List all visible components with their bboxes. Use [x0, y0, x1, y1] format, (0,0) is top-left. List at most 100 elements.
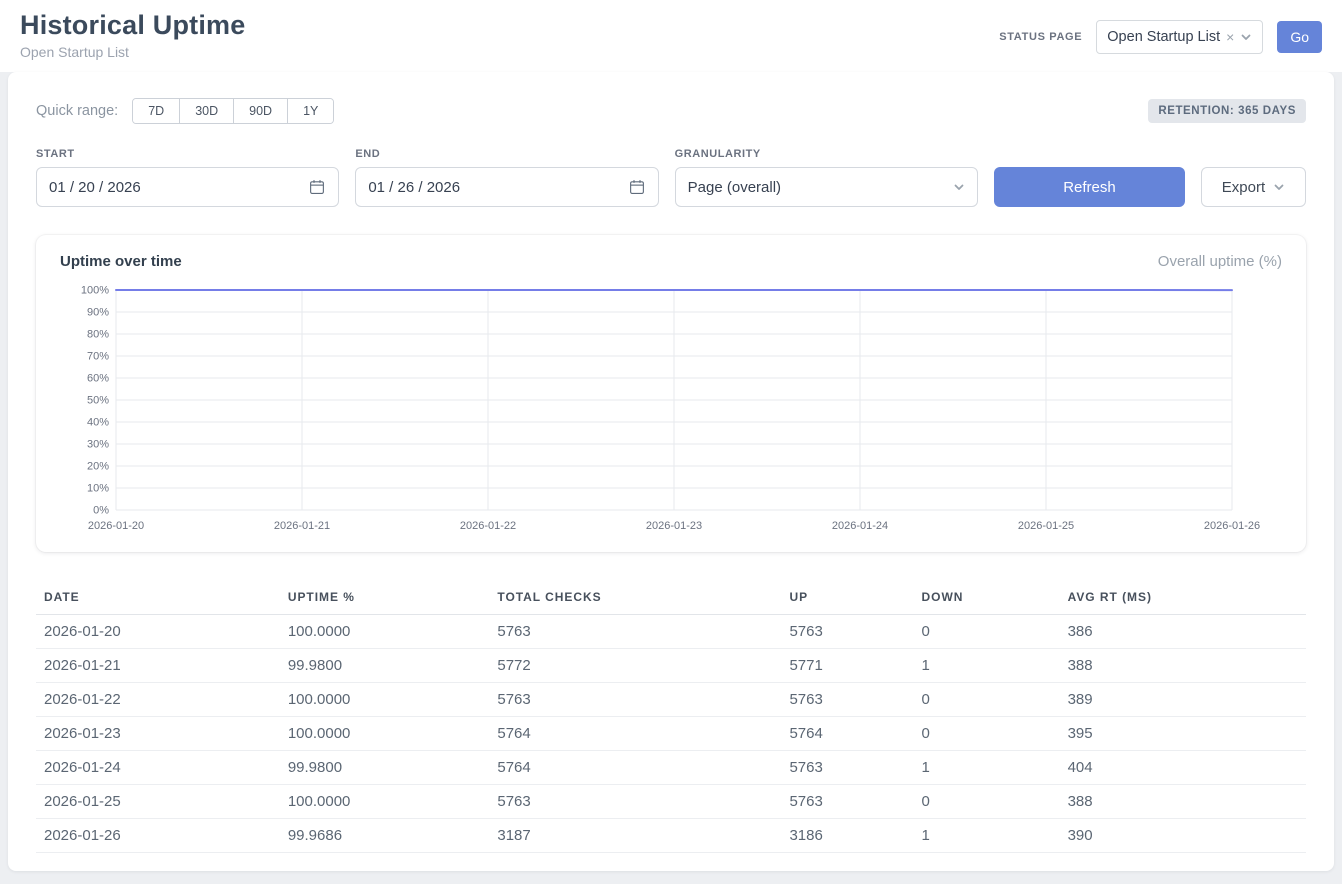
svg-text:90%: 90% [87, 307, 109, 319]
retention-badge: RETENTION: 365 DAYS [1148, 99, 1306, 123]
page-header: Historical Uptime Open Startup List STAT… [0, 0, 1342, 72]
svg-text:10%: 10% [87, 483, 109, 495]
export-button-label: Export [1222, 179, 1265, 196]
table-row: 2026-01-25100.0000576357630388 [36, 785, 1306, 819]
table-cell: 3187 [489, 819, 781, 853]
table-cell: 2026-01-21 [36, 649, 280, 683]
svg-text:2026-01-25: 2026-01-25 [1018, 520, 1074, 532]
table-cell: 390 [1060, 819, 1306, 853]
table-cell: 5771 [781, 649, 913, 683]
column-header: TOTAL CHECKS [489, 580, 781, 615]
table-cell: 1 [914, 751, 1060, 785]
table-cell: 99.9686 [280, 819, 490, 853]
table-cell: 5772 [489, 649, 781, 683]
chart-header: Uptime over time Overall uptime (%) [58, 253, 1284, 282]
quick-range-row: Quick range: 7D30D90D1Y RETENTION: 365 D… [36, 98, 1306, 124]
column-header: AVG RT (MS) [1060, 580, 1306, 615]
column-header: UPTIME % [280, 580, 490, 615]
column-header: DOWN [914, 580, 1060, 615]
table-row: 2026-01-2699.9686318731861390 [36, 819, 1306, 853]
calendar-icon[interactable] [628, 178, 646, 196]
table-cell: 5764 [489, 751, 781, 785]
chart-legend: Overall uptime (%) [1158, 253, 1282, 270]
header-left: Historical Uptime Open Startup List [20, 10, 245, 60]
clear-selection-icon[interactable]: × [1226, 29, 1234, 45]
table-cell: 5764 [781, 717, 913, 751]
start-date-input[interactable]: 01 / 20 / 2026 [36, 167, 339, 207]
svg-text:50%: 50% [87, 395, 109, 407]
svg-text:100%: 100% [81, 285, 109, 297]
calendar-icon[interactable] [308, 178, 326, 196]
table-row: 2026-01-23100.0000576457640395 [36, 717, 1306, 751]
end-date-input[interactable]: 01 / 26 / 2026 [355, 167, 658, 207]
table-cell: 5763 [489, 785, 781, 819]
svg-text:2026-01-22: 2026-01-22 [460, 520, 516, 532]
svg-text:20%: 20% [87, 461, 109, 473]
table-cell: 100.0000 [280, 717, 490, 751]
table-cell: 99.9800 [280, 751, 490, 785]
table-header-row: DATEUPTIME %TOTAL CHECKSUPDOWNAVG RT (MS… [36, 580, 1306, 615]
status-page-selected-value: Open Startup List [1107, 29, 1220, 45]
main-card: Quick range: 7D30D90D1Y RETENTION: 365 D… [8, 72, 1334, 871]
table-cell: 2026-01-24 [36, 751, 280, 785]
granularity-select[interactable]: Page (overall) [675, 167, 978, 207]
page-title: Historical Uptime [20, 10, 245, 41]
status-page-select[interactable]: Open Startup List × [1096, 20, 1263, 54]
table-row: 2026-01-2499.9800576457631404 [36, 751, 1306, 785]
end-date-field-group: END 01 / 26 / 2026 [355, 148, 658, 207]
quick-range-label: Quick range: [36, 103, 118, 119]
end-date-value: 01 / 26 / 2026 [368, 179, 460, 196]
quick-range-1y[interactable]: 1Y [288, 99, 333, 123]
chevron-down-icon [1240, 31, 1252, 43]
uptime-line-chart: 0%10%20%30%40%50%60%70%80%90%100%2026-01… [58, 282, 1284, 540]
uptime-chart-panel: Uptime over time Overall uptime (%) 0%10… [36, 235, 1306, 552]
svg-text:2026-01-20: 2026-01-20 [88, 520, 144, 532]
status-page-label: STATUS PAGE [999, 31, 1082, 43]
table-cell: 388 [1060, 649, 1306, 683]
table-row: 2026-01-22100.0000576357630389 [36, 683, 1306, 717]
chart-canvas: 0%10%20%30%40%50%60%70%80%90%100%2026-01… [58, 282, 1284, 540]
table-cell: 5763 [781, 615, 913, 649]
quick-range-7d[interactable]: 7D [133, 99, 180, 123]
table-cell: 100.0000 [280, 683, 490, 717]
export-button[interactable]: Export [1201, 167, 1306, 207]
start-date-field-group: START 01 / 20 / 2026 [36, 148, 339, 207]
column-header: UP [781, 580, 913, 615]
table-cell: 0 [914, 683, 1060, 717]
table-cell: 2026-01-23 [36, 717, 280, 751]
table-cell: 388 [1060, 785, 1306, 819]
granularity-selected-value: Page (overall) [688, 179, 781, 196]
table-cell: 404 [1060, 751, 1306, 785]
start-date-value: 01 / 20 / 2026 [49, 179, 141, 196]
svg-text:2026-01-21: 2026-01-21 [274, 520, 330, 532]
quick-range-90d[interactable]: 90D [234, 99, 288, 123]
column-header: DATE [36, 580, 280, 615]
table-cell: 2026-01-26 [36, 819, 280, 853]
table-cell: 389 [1060, 683, 1306, 717]
table-cell: 395 [1060, 717, 1306, 751]
table-cell: 1 [914, 649, 1060, 683]
table-row: 2026-01-2199.9800577257711388 [36, 649, 1306, 683]
go-button[interactable]: Go [1277, 21, 1322, 53]
table-cell: 99.9800 [280, 649, 490, 683]
table-cell: 100.0000 [280, 785, 490, 819]
quick-range-group: 7D30D90D1Y [132, 98, 334, 124]
svg-text:80%: 80% [87, 329, 109, 341]
header-right: STATUS PAGE Open Startup List × Go [999, 20, 1322, 54]
table-row: 2026-01-20100.0000576357630386 [36, 615, 1306, 649]
chevron-down-icon [1273, 181, 1285, 193]
table-cell: 2026-01-22 [36, 683, 280, 717]
uptime-table: DATEUPTIME %TOTAL CHECKSUPDOWNAVG RT (MS… [36, 580, 1306, 853]
svg-text:70%: 70% [87, 351, 109, 363]
table-cell: 0 [914, 615, 1060, 649]
table-cell: 3186 [781, 819, 913, 853]
table-cell: 386 [1060, 615, 1306, 649]
svg-text:2026-01-26: 2026-01-26 [1204, 520, 1260, 532]
granularity-label: GRANULARITY [675, 148, 978, 160]
quick-range-30d[interactable]: 30D [180, 99, 234, 123]
table-cell: 5763 [781, 683, 913, 717]
table-cell: 5763 [781, 751, 913, 785]
refresh-button[interactable]: Refresh [994, 167, 1185, 207]
svg-text:60%: 60% [87, 373, 109, 385]
page-subtitle: Open Startup List [20, 44, 245, 60]
